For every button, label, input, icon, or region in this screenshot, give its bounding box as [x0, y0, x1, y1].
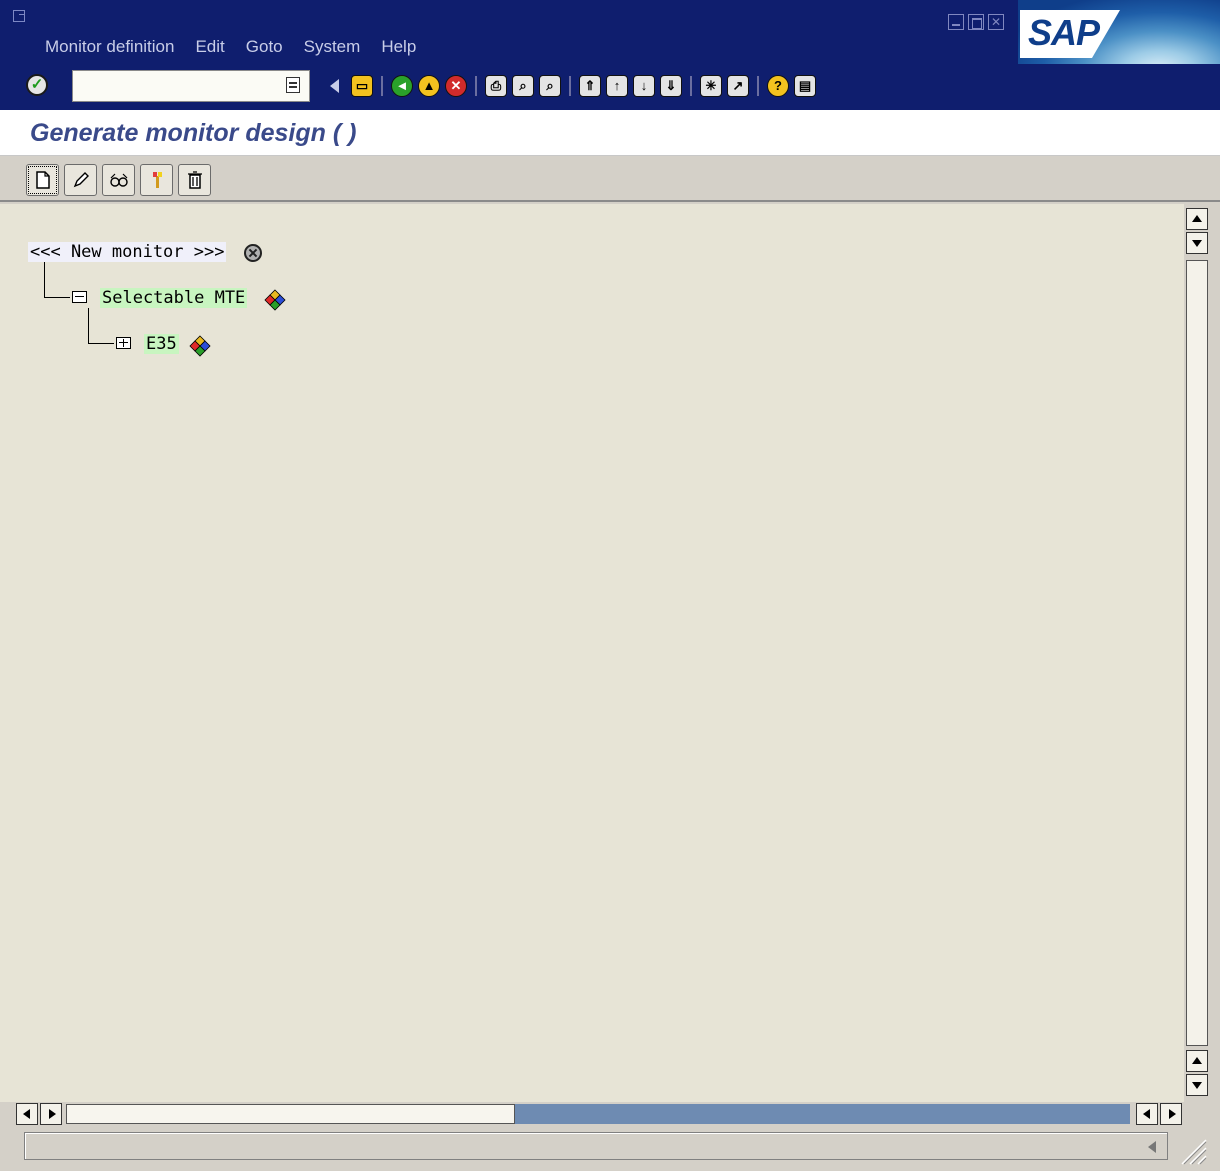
command-field[interactable]: [72, 70, 310, 102]
delete-button[interactable]: [178, 164, 211, 196]
arrow-up-icon: [1192, 1057, 1202, 1064]
arrow-left-icon: [23, 1109, 30, 1119]
arrow-down-icon: [1192, 240, 1202, 247]
cancel-node-icon[interactable]: [244, 244, 262, 262]
vertical-scroll-thumb[interactable]: [1186, 260, 1208, 1046]
change-icon: [73, 172, 89, 188]
collapse-node-icon[interactable]: [72, 291, 87, 303]
expand-node-icon[interactable]: [116, 337, 131, 349]
title-line: Generate monitor design ( ): [0, 110, 1220, 156]
standard-toolbar: ✓ ▭ ◄ ▲ ✕ ⎙ ⌕ ⌕ ⇑ ↑ ↓ ⇓ ✳ ↗ ? ▤: [0, 64, 1220, 110]
vertical-scrollbar[interactable]: [1184, 204, 1210, 1102]
first-page-icon[interactable]: ⇑: [579, 75, 601, 97]
menu-monitor-definition-label: Monitor definition: [45, 37, 175, 56]
toolbar-separator: [690, 76, 692, 96]
tree-node-e35[interactable]: E35: [144, 332, 179, 356]
tree-node-selectable-mte[interactable]: Selectable MTE: [100, 286, 248, 310]
scroll-right-button[interactable]: [1160, 1103, 1182, 1125]
tree-connector: [88, 343, 114, 344]
window-controls: ✕: [948, 14, 1004, 30]
last-page-icon[interactable]: ⇓: [660, 75, 682, 97]
status-toggle-icon[interactable]: [1148, 1141, 1156, 1153]
menu-system[interactable]: System: [304, 36, 361, 58]
transport-button[interactable]: [140, 164, 173, 196]
create-icon: [36, 171, 50, 189]
create-session-icon[interactable]: ✳: [700, 75, 722, 97]
status-bar: [0, 1126, 1220, 1171]
standard-toolbar-icons: ▭ ◄ ▲ ✕ ⎙ ⌕ ⌕ ⇑ ↑ ↓ ⇓ ✳ ↗ ? ▤: [330, 73, 821, 99]
save-icon[interactable]: ▭: [351, 75, 373, 97]
status-message-field: [24, 1132, 1168, 1160]
tree-connector: [44, 262, 45, 298]
back-green-icon[interactable]: ◄: [391, 75, 413, 97]
mte-rule-icon[interactable]: [263, 288, 287, 312]
create-button[interactable]: [26, 164, 59, 196]
monitor-tree-area: <<< New monitor >>> Selectable MTE E35: [0, 204, 1184, 1102]
minimize-icon[interactable]: [948, 14, 964, 30]
tree-node-selectable-mte-label: Selectable MTE: [100, 288, 248, 308]
menu-edit[interactable]: Edit: [195, 36, 224, 58]
change-button[interactable]: [64, 164, 97, 196]
maximize-icon[interactable]: [968, 14, 984, 30]
application-toolbar: [0, 156, 1220, 202]
mte-rule-icon[interactable]: [188, 334, 212, 358]
menu-edit-label: Edit: [195, 37, 225, 56]
tree-node-root[interactable]: <<< New monitor >>>: [28, 240, 227, 264]
display-icon: [110, 173, 128, 187]
menu-goto[interactable]: Goto: [246, 36, 283, 58]
horizontal-scroll-thumb[interactable]: [66, 1104, 515, 1124]
back-icon[interactable]: [330, 79, 339, 93]
scroll-down-button[interactable]: [1186, 232, 1208, 254]
toolbar-separator: [569, 76, 571, 96]
transport-icon: [153, 172, 162, 188]
display-button[interactable]: [102, 164, 135, 196]
arrow-right-icon: [1169, 1109, 1176, 1119]
shortcut-icon[interactable]: ↗: [727, 75, 749, 97]
scroll-left-button[interactable]: [16, 1103, 38, 1125]
system-menu-icon[interactable]: [13, 10, 25, 22]
help-icon[interactable]: ?: [767, 75, 789, 97]
enter-icon[interactable]: ✓: [26, 74, 48, 96]
menu-monitor-definition[interactable]: Monitor definition: [45, 36, 174, 58]
close-icon[interactable]: ✕: [988, 14, 1004, 30]
horizontal-scrollbar[interactable]: [0, 1102, 1220, 1126]
menu-help[interactable]: Help: [381, 36, 416, 58]
arrow-up-icon: [1192, 215, 1202, 222]
toolbar-separator: [475, 76, 477, 96]
menu-bar: Monitor definition Edit Goto System Help: [45, 36, 437, 58]
toolbar-separator: [757, 76, 759, 96]
delete-icon: [188, 171, 202, 189]
scroll-up-button[interactable]: [1186, 1050, 1208, 1072]
scroll-left-button[interactable]: [1136, 1103, 1158, 1125]
tree-connector: [44, 297, 70, 298]
next-page-icon[interactable]: ↓: [633, 75, 655, 97]
toolbar-separator: [381, 76, 383, 96]
cancel-icon[interactable]: ✕: [445, 75, 467, 97]
tree-node-e35-label: E35: [144, 334, 179, 354]
resize-grip-icon[interactable]: [1178, 1136, 1210, 1166]
command-field-history-icon[interactable]: [286, 77, 300, 93]
exit-icon[interactable]: ▲: [418, 75, 440, 97]
arrow-left-icon: [1143, 1109, 1150, 1119]
scroll-down-button[interactable]: [1186, 1074, 1208, 1096]
scroll-up-button[interactable]: [1186, 208, 1208, 230]
sap-logo-text: SAP: [1028, 12, 1100, 53]
scroll-right-button[interactable]: [40, 1103, 62, 1125]
layout-menu-icon[interactable]: ▤: [794, 75, 816, 97]
arrow-right-icon: [49, 1109, 56, 1119]
tree-node-root-label: <<< New monitor >>>: [28, 242, 227, 262]
print-icon[interactable]: ⎙: [485, 75, 507, 97]
find-icon[interactable]: ⌕: [512, 75, 534, 97]
previous-page-icon[interactable]: ↑: [606, 75, 628, 97]
tree-connector: [88, 308, 89, 344]
menu-help-label: Help: [381, 37, 417, 56]
arrow-down-icon: [1192, 1082, 1202, 1089]
find-next-icon[interactable]: ⌕: [539, 75, 561, 97]
menu-system-label: System: [303, 37, 361, 56]
sap-logo-mark: SAP: [1020, 10, 1120, 58]
menu-goto-label: Goto: [245, 37, 283, 56]
page-title: Generate monitor design ( ): [30, 119, 357, 147]
